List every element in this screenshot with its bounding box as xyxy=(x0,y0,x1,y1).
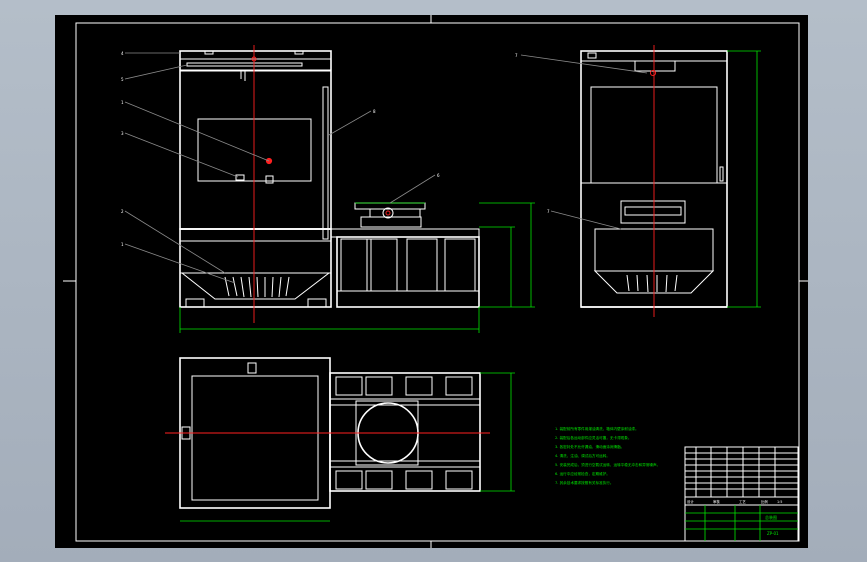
tb-label: 工艺 xyxy=(739,499,746,504)
tb-label: 设计 xyxy=(687,499,694,504)
balloon-label: 1 xyxy=(121,242,124,247)
balloon-label: 1 xyxy=(121,100,124,105)
drawing-sheet: 4 5 1 3 2 1 8 6 7 7 1. 装配前所有零件用煤油清洗，箱体内壁… xyxy=(55,15,808,548)
tb-label: 1:5 xyxy=(777,500,782,504)
side-view xyxy=(580,45,761,317)
note-line: 3. 各密封处不允许漏油，滑动面涂润滑脂。 xyxy=(555,444,624,449)
drawing-title: 总装图 xyxy=(765,514,777,520)
note-line: 4. 清洗、注油、调试后方可运转。 xyxy=(555,453,610,458)
note-line: 7. 其余技术要求按照有关标准执行。 xyxy=(555,480,613,485)
part-balloons: 4 5 1 3 2 1 8 6 7 7 xyxy=(121,51,648,284)
title-block: 设计 审核 工艺 比例 1:5 总装图 ZP-01 xyxy=(684,446,799,542)
tb-label: 审核 xyxy=(713,499,720,504)
tb-label: 比例 xyxy=(761,499,768,504)
balloon-label: 7 xyxy=(547,209,550,214)
note-line: 6. 运行中应经常检查，定期维护。 xyxy=(555,471,610,476)
cad-viewport[interactable]: 4 5 1 3 2 1 8 6 7 7 1. 装配前所有零件用煤油清洗，箱体内壁… xyxy=(0,0,867,562)
balloon-label: 2 xyxy=(121,209,124,214)
balloon-label: 7 xyxy=(515,53,518,58)
note-line: 2. 装配后各运动部件应灵活可靠，无卡滞现象。 xyxy=(555,435,631,440)
note-line: 5. 安装完成后，须进行空载试运转，运转平稳无冲击和异常噪声。 xyxy=(555,462,660,467)
front-view xyxy=(179,45,535,333)
top-view xyxy=(165,357,515,522)
balloon-label: 3 xyxy=(121,131,124,136)
sheet-code: ZP-01 xyxy=(767,531,779,536)
balloon-label: 8 xyxy=(373,109,376,114)
note-line: 1. 装配前所有零件用煤油清洗，箱体内壁涂耐油漆。 xyxy=(555,426,639,431)
balloon-label: 4 xyxy=(121,51,124,56)
technical-notes: 1. 装配前所有零件用煤油清洗，箱体内壁涂耐油漆。 2. 装配后各运动部件应灵活… xyxy=(555,426,660,485)
assembly-drawing: 4 5 1 3 2 1 8 6 7 7 1. 装配前所有零件用煤油清洗，箱体内壁… xyxy=(63,15,808,548)
balloon-label: 6 xyxy=(437,173,440,178)
balloon-label: 5 xyxy=(121,77,124,82)
